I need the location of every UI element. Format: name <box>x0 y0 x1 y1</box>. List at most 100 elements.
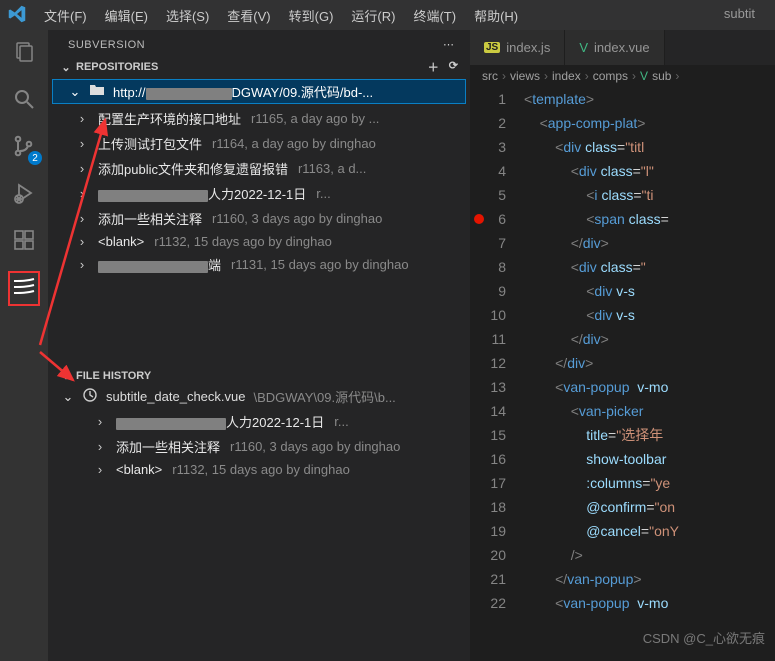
line-number[interactable]: 15 <box>470 423 506 447</box>
line-number[interactable]: 19 <box>470 519 506 543</box>
breakpoint-icon[interactable] <box>474 214 484 224</box>
menu-item[interactable]: 编辑(E) <box>97 2 156 29</box>
editor-tab[interactable]: Vindex.vue <box>565 30 664 65</box>
code-line[interactable]: </van-popup> <box>524 567 775 591</box>
code-line[interactable]: </div> <box>524 231 775 255</box>
menu-item[interactable]: 查看(V) <box>219 2 278 29</box>
subversion-icon[interactable] <box>8 275 40 306</box>
vscode-logo-icon <box>8 5 26 26</box>
editor-tab[interactable]: JSindex.js <box>470 30 565 65</box>
line-number[interactable]: 4 <box>470 159 506 183</box>
menu-item[interactable]: 运行(R) <box>343 2 403 29</box>
code-body: 12345678910111213141516171819202122 <tem… <box>470 87 775 615</box>
breadcrumbs[interactable]: src›views›index›comps›Vsub› <box>470 65 775 87</box>
file-history-file-row[interactable]: ⌄ subtitle_date_check.vue \BDGWAY\09.源代码… <box>48 384 470 409</box>
extensions-icon[interactable] <box>12 228 36 255</box>
file-history-label: FILE HISTORY <box>76 370 151 382</box>
code-line[interactable]: <div class="titl <box>524 135 775 159</box>
file-icon <box>82 387 98 406</box>
code-line[interactable]: <div v-s <box>524 279 775 303</box>
breadcrumb-item[interactable]: views <box>510 69 540 83</box>
line-number[interactable]: 9 <box>470 279 506 303</box>
line-number[interactable]: 2 <box>470 111 506 135</box>
file-history-header[interactable]: ⌄ FILE HISTORY <box>48 367 470 384</box>
activity-bar: 2 <box>0 30 48 661</box>
menu-item[interactable]: 选择(S) <box>158 2 217 29</box>
commit-row[interactable]: ›<blank>r1132, 15 days ago by dinghao <box>48 459 470 480</box>
commit-row[interactable]: ›添加一些相关注释r1160, 3 days ago by dinghao <box>48 434 470 459</box>
chevron-down-icon: ⌄ <box>62 389 74 405</box>
code-line[interactable]: <van-popup v-mo <box>524 591 775 615</box>
line-number[interactable]: 16 <box>470 447 506 471</box>
menu-item[interactable]: 终端(T) <box>405 2 464 29</box>
line-number[interactable]: 22 <box>470 591 506 615</box>
gutter[interactable]: 12345678910111213141516171819202122 <box>470 87 524 615</box>
chevron-right-icon: › <box>585 69 589 83</box>
search-icon[interactable] <box>12 87 36 114</box>
menu-item[interactable]: 帮助(H) <box>466 2 526 29</box>
repo-row[interactable]: ⌄ http://DGWAY/09.源代码/bd-... <box>52 79 466 104</box>
line-number[interactable]: 17 <box>470 471 506 495</box>
commit-row[interactable]: ›端r1131, 15 days ago by dinghao <box>48 252 470 277</box>
line-number[interactable]: 7 <box>470 231 506 255</box>
code-line[interactable]: </div> <box>524 327 775 351</box>
run-debug-icon[interactable] <box>12 181 36 208</box>
menu-item[interactable]: 转到(G) <box>281 2 342 29</box>
code-line[interactable]: @cancel="onY <box>524 519 775 543</box>
breadcrumb-item[interactable]: comps <box>593 69 628 83</box>
code-line[interactable]: <van-picker <box>524 399 775 423</box>
breadcrumb-item[interactable]: sub <box>652 69 671 83</box>
line-number[interactable]: 10 <box>470 303 506 327</box>
code-line[interactable]: /> <box>524 543 775 567</box>
commit-meta: r1165, a day ago by ... <box>251 111 379 126</box>
explorer-icon[interactable] <box>12 40 36 67</box>
line-number[interactable]: 12 <box>470 351 506 375</box>
line-number[interactable]: 18 <box>470 495 506 519</box>
repositories-header[interactable]: ⌄ REPOSITORIES ＋ ⟳ <box>48 57 470 77</box>
code-lines[interactable]: <template> <app-comp-plat> <div class="t… <box>524 87 775 615</box>
chevron-right-icon: › <box>675 69 679 83</box>
commit-meta: r... <box>316 186 330 201</box>
menu-item[interactable]: 文件(F) <box>36 2 95 29</box>
commit-row[interactable]: ›人力2022-12-1日r... <box>48 409 470 434</box>
line-number[interactable]: 14 <box>470 399 506 423</box>
code-line[interactable]: title="选择年 <box>524 423 775 447</box>
code-line[interactable]: @confirm="on <box>524 495 775 519</box>
refresh-icon[interactable]: ⟳ <box>449 59 458 75</box>
line-number[interactable]: 8 <box>470 255 506 279</box>
code-line[interactable]: <div v-s <box>524 303 775 327</box>
line-number[interactable]: 20 <box>470 543 506 567</box>
code-line[interactable]: show-toolbar <box>524 447 775 471</box>
code-line[interactable]: <div class=" <box>524 255 775 279</box>
chevron-right-icon: › <box>94 414 106 429</box>
commit-row[interactable]: ›添加public文件夹和修复遗留报错r1163, a d... <box>48 156 470 181</box>
add-icon[interactable]: ＋ <box>428 59 439 75</box>
breadcrumb-item[interactable]: src <box>482 69 498 83</box>
code-line[interactable]: <van-popup v-mo <box>524 375 775 399</box>
commit-row[interactable]: ›人力2022-12-1日r... <box>48 181 470 206</box>
breadcrumb-item[interactable]: index <box>552 69 581 83</box>
js-icon: JS <box>484 42 500 53</box>
more-icon[interactable]: ⋯ <box>443 38 454 51</box>
commit-row[interactable]: ›配置生产环境的接口地址r1165, a day ago by ... <box>48 106 470 131</box>
editor-area: JSindex.jsVindex.vue src›views›index›com… <box>470 30 775 661</box>
source-control-icon[interactable]: 2 <box>12 134 36 161</box>
line-number[interactable]: 5 <box>470 183 506 207</box>
code-line[interactable]: <template> <box>524 87 775 111</box>
line-number[interactable]: 21 <box>470 567 506 591</box>
commit-row[interactable]: ›上传测试打包文件r1164, a day ago by dinghao <box>48 131 470 156</box>
line-number[interactable]: 3 <box>470 135 506 159</box>
chevron-right-icon: › <box>94 439 106 454</box>
line-number[interactable]: 1 <box>470 87 506 111</box>
commit-row[interactable]: ›<blank>r1132, 15 days ago by dinghao <box>48 231 470 252</box>
code-line[interactable]: :columns="ye <box>524 471 775 495</box>
code-line[interactable]: <i class="ti <box>524 183 775 207</box>
line-number[interactable]: 13 <box>470 375 506 399</box>
code-line[interactable]: </div> <box>524 351 775 375</box>
code-line[interactable]: <app-comp-plat> <box>524 111 775 135</box>
code-line[interactable]: <span class= <box>524 207 775 231</box>
commit-row[interactable]: ›添加一些相关注释r1160, 3 days ago by dinghao <box>48 206 470 231</box>
code-line[interactable]: <div class="l" <box>524 159 775 183</box>
line-number[interactable]: 11 <box>470 327 506 351</box>
chevron-right-icon: › <box>76 257 88 272</box>
